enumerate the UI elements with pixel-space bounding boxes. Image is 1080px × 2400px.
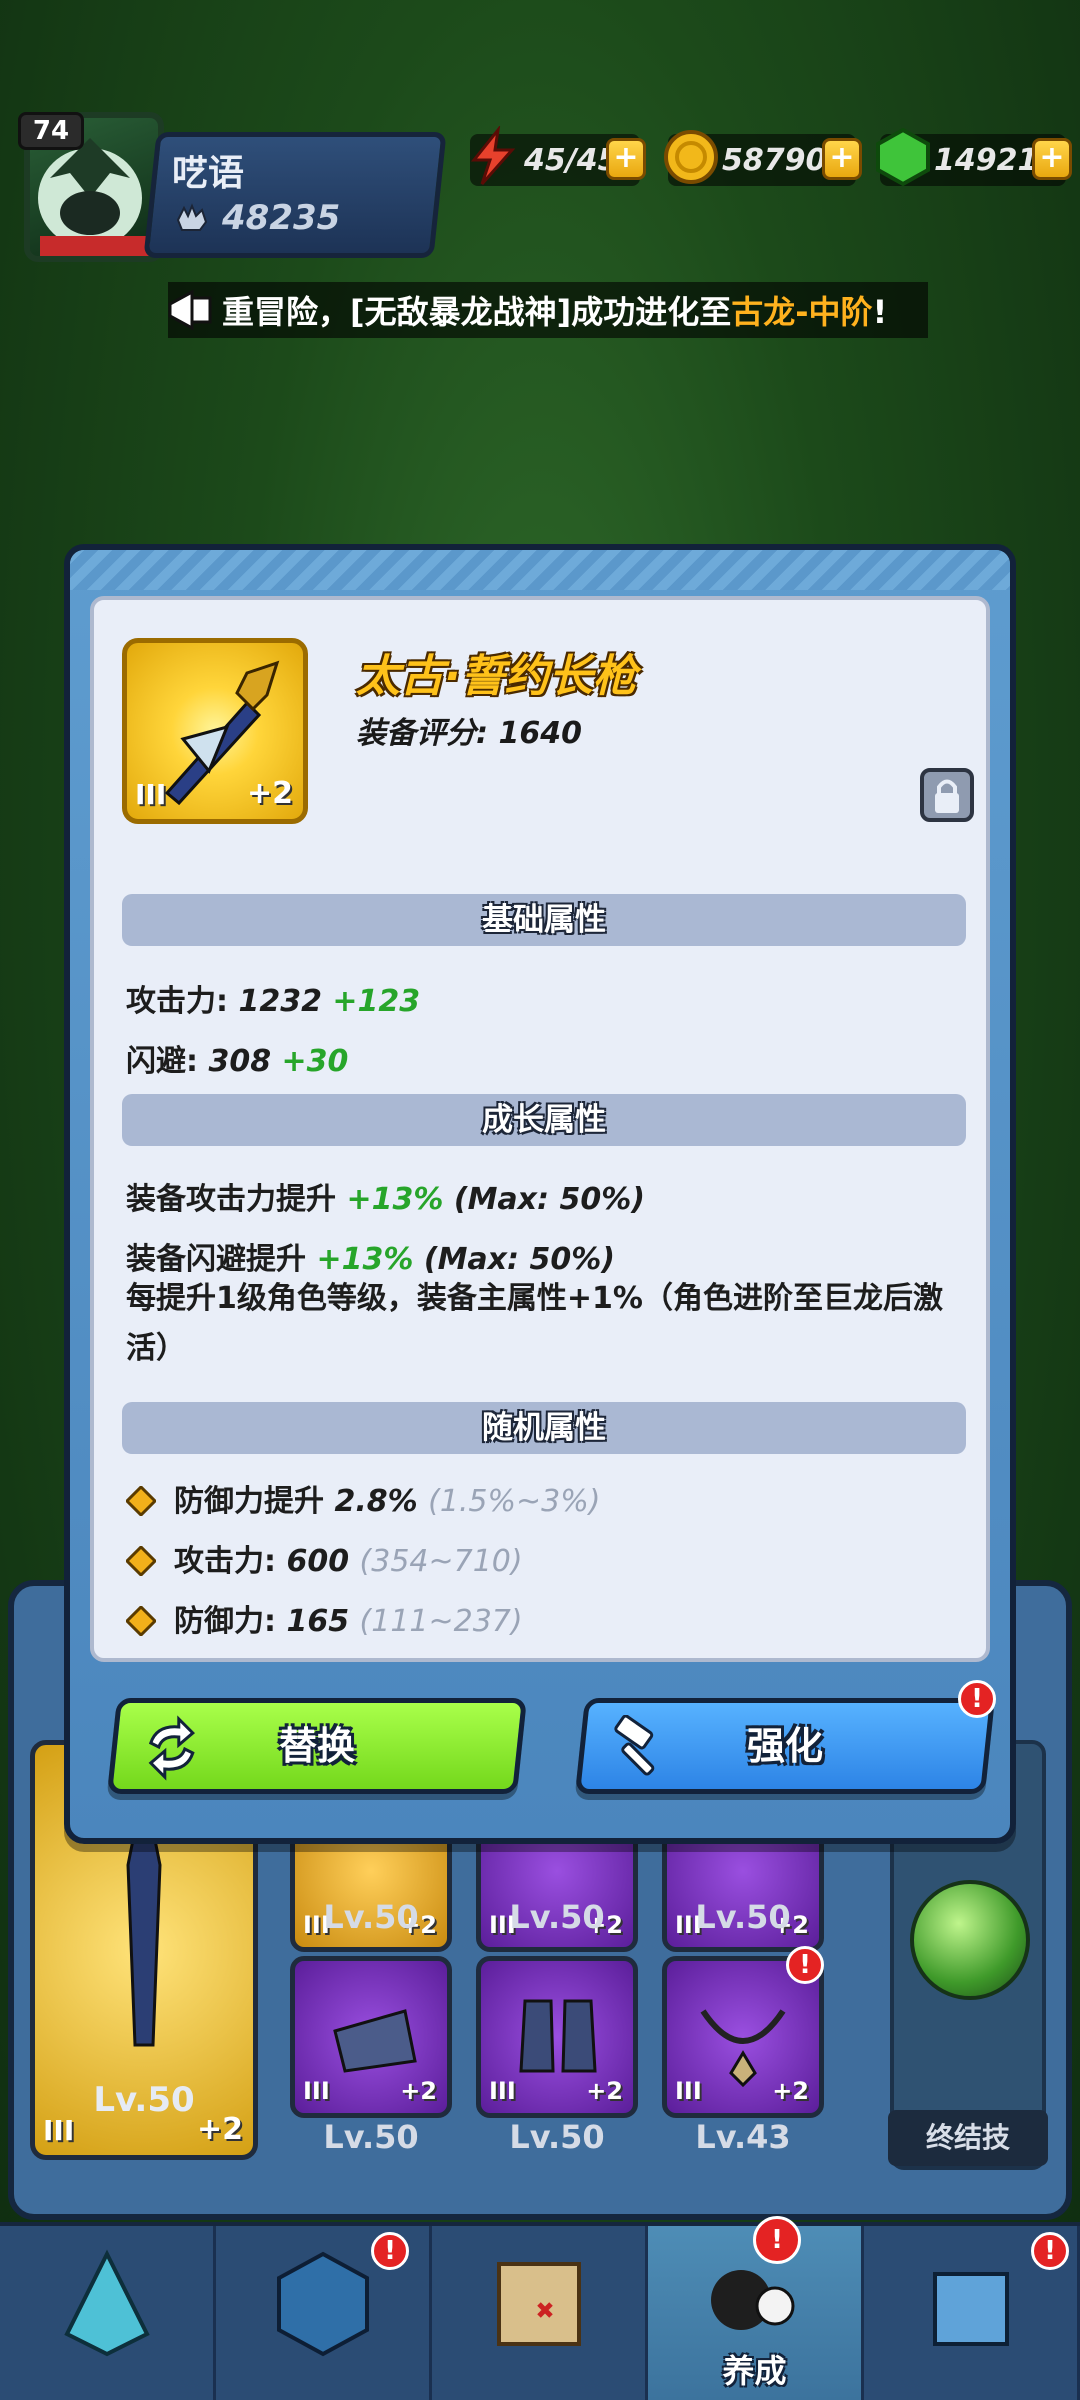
enhance-button[interactable]: 强化 [574,1698,996,1794]
growth-note: 每提升1级角色等级，装备主属性+1%（角色进阶至巨龙后激活） [126,1281,943,1366]
growth-attr-attack: 装备攻击力提升 +13% (Max: 50%) [126,1182,645,1217]
diamond-icon [126,1606,156,1636]
power-value: 48235 [222,198,341,238]
megaphone-icon [168,289,212,331]
shop-alert-badge: ! [1031,2232,1069,2270]
growth-attr-dodge: 装备闪避提升 +13% (Max: 50%) [126,1242,615,1277]
lock-button[interactable] [920,768,974,822]
fist-icon [176,203,208,231]
basic-attr-attack: 攻击力: 1232 +123 [126,984,421,1019]
energy-value: 45/45 [524,142,619,178]
random-attr-1: 防御力提升 2.8% (1.5%~3%) [126,1476,600,1520]
random-attr-2: 攻击力: 600 (354~710) [126,1536,523,1580]
item-score: 装备评分: 1640 [356,716,582,751]
slot-6-alert-badge: ! [786,1946,824,1984]
enhance-button-label: 强化 [746,1724,823,1768]
dialog-header-pattern [70,550,1010,590]
equipment-slot-5[interactable]: III +2 [476,1956,638,2118]
equipment-slot-4-level: Lv.50 [323,2118,419,2156]
item-tier: III [135,778,167,811]
section-random-attributes: 随机属性 [122,1402,966,1454]
basic-attr-dodge: 闪避: 308 +30 [126,1044,349,1079]
equipment-slot-2-level: Lv.50 [509,1898,605,1936]
rune-alert-badge: ! [371,2232,409,2270]
top-hud: 74 呓语 48235 45/45 + 58790 + 14921 + 重冒险，… [0,0,1080,338]
rune-shield-icon [276,2251,369,2357]
diamond-icon [126,1486,156,1516]
nav-tab-rune[interactable]: ! [216,2226,432,2400]
player-level-badge: 74 [18,112,84,150]
nav-tab-develop-label: 养成 [722,2352,787,2390]
broadcast-text: 重冒险，[无敌暴龙战神]成功进化至古龙-中阶! [222,293,888,331]
ultimate-skill-icon[interactable] [910,1880,1030,2000]
item-name: 太古·誓约长枪 [356,651,637,702]
replace-button[interactable]: 替换 [106,1698,528,1794]
player-power: 48235 [172,198,340,238]
gem-resource: 14921 + [876,127,1072,187]
replace-button-label: 替换 [278,1724,355,1768]
lightning-icon [470,126,516,185]
shop-icon [932,2272,1009,2346]
player-name: 呓语 [172,153,245,194]
item-icon-frame: III +2 [122,638,308,824]
nav-tab-map[interactable] [432,2226,648,2400]
gold-resource: 58790 + [664,130,862,186]
coin-icon [664,130,718,184]
diamond-icon [126,1546,156,1576]
broadcast-banner: 重冒险，[无敌暴龙战神]成功进化至古龙-中阶! [168,282,928,338]
add-gold-button[interactable]: + [822,138,862,180]
item-score-value: 1640 [498,716,582,751]
lock-icon [935,779,959,813]
enhance-alert-badge: ! [958,1680,996,1718]
nav-tab-crystal[interactable] [0,2226,216,2400]
equipment-slot-6-level: Lv.43 [695,2118,791,2156]
equipment-slot-5-level: Lv.50 [509,2118,605,2156]
main-weapon-level: Lv.50 [93,2080,195,2120]
energy-resource: 45/45 + [470,126,646,186]
section-basic-attributes: 基础属性 [122,894,966,946]
crystal-icon [63,2249,150,2357]
gem-value: 14921 [934,142,1039,178]
item-enhance-level: +2 [246,776,293,811]
develop-alert-badge: ! [753,2216,801,2264]
gem-icon [876,127,930,187]
nav-tab-shop[interactable]: ! [864,2226,1080,2400]
map-icon [496,2262,581,2346]
add-gem-button[interactable]: + [1032,138,1072,180]
equipment-info-panel: III +2 太古·誓约长枪 装备评分: 1640 基础属性 攻击力: 1232… [90,596,990,1662]
gold-value: 58790 [722,142,827,178]
ultimate-skill-label[interactable]: 终结技 [888,2110,1048,2166]
add-energy-button[interactable]: + [606,138,646,180]
nav-tab-develop[interactable]: ! 养成 [648,2216,864,2400]
random-attr-3: 防御力: 165 (111~237) [126,1596,523,1640]
equipment-slot-1-level: Lv.50 [323,1898,419,1936]
section-growth-attributes: 成长属性 [122,1094,966,1146]
broadcast-highlight: 古龙-中阶 [731,293,873,331]
equipment-detail-dialog: III +2 太古·誓约长枪 装备评分: 1640 基础属性 攻击力: 1232… [64,544,1016,1844]
equipment-slot-4[interactable]: III +2 [290,1956,452,2118]
equipment-slot-3-level: Lv.50 [695,1898,791,1936]
bottom-nav: ! ! 养成 ! [0,2216,1080,2400]
